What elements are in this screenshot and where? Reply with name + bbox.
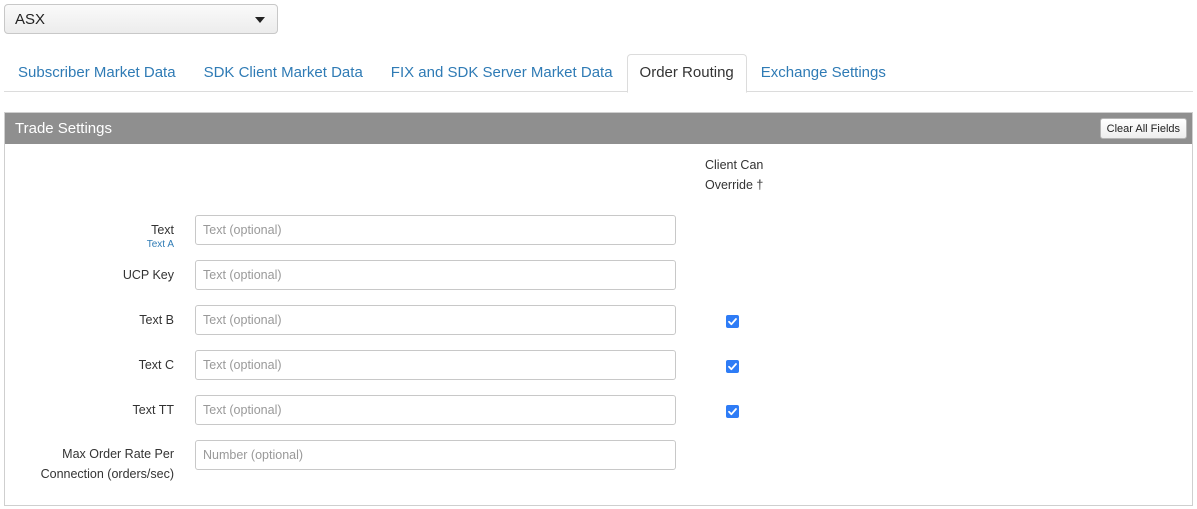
field-label-max-order-rate-line1: Max Order Rate Per: [62, 447, 174, 461]
text-b-input[interactable]: [195, 305, 676, 335]
tab-bar: Subscriber Market Data SDK Client Market…: [4, 54, 1193, 93]
field-label-text-main: Text: [151, 223, 174, 237]
field-row-text-b: Text B: [5, 305, 1192, 335]
field-label-text: Text Text A: [147, 220, 174, 250]
field-label-text-tt: Text TT: [132, 403, 174, 417]
field-label-max-order-rate-line2: Connection (orders/sec): [40, 467, 174, 481]
checkmark-icon: [728, 318, 737, 326]
tab-fix-sdk-server-market-data[interactable]: FIX and SDK Server Market Data: [377, 54, 627, 92]
tab-subscriber-market-data[interactable]: Subscriber Market Data: [4, 54, 190, 92]
max-order-rate-input[interactable]: [195, 440, 676, 470]
tab-sdk-client-market-data[interactable]: SDK Client Market Data: [190, 54, 377, 92]
field-label-text-b: Text B: [139, 313, 174, 327]
client-can-override-header: Client Can Override †: [705, 155, 763, 195]
checkmark-icon: [728, 363, 737, 371]
override-header-line1: Client Can: [705, 158, 764, 172]
ucp-key-input[interactable]: [195, 260, 676, 290]
exchange-select[interactable]: ASX: [4, 4, 278, 34]
field-label-text-c: Text C: [138, 358, 174, 372]
trade-settings-panel: Trade Settings Clear All Fields Client C…: [4, 112, 1193, 506]
field-row-text-tt: Text TT: [5, 395, 1192, 425]
text-input[interactable]: [195, 215, 676, 245]
clear-all-fields-button[interactable]: Clear All Fields: [1099, 118, 1187, 139]
chevron-down-icon: [255, 17, 265, 23]
text-c-input[interactable]: [195, 350, 676, 380]
text-c-override-checkbox[interactable]: [726, 360, 739, 373]
tab-exchange-settings[interactable]: Exchange Settings: [747, 54, 900, 92]
field-row-ucp-key: UCP Key: [5, 260, 1192, 290]
text-tt-override-checkbox[interactable]: [726, 405, 739, 418]
override-header-line2: Override †: [705, 178, 764, 192]
field-label-ucp-key: UCP Key: [122, 268, 174, 282]
tab-order-routing[interactable]: Order Routing: [626, 54, 747, 93]
field-row-text-c: Text C: [5, 350, 1192, 380]
field-sublabel-text-a[interactable]: Text A: [147, 240, 174, 250]
panel-title: Trade Settings: [15, 120, 112, 137]
field-row-text: Text Text A: [5, 215, 1192, 250]
text-b-override-checkbox[interactable]: [726, 315, 739, 328]
text-tt-input[interactable]: [195, 395, 676, 425]
checkmark-icon: [728, 408, 737, 416]
exchange-select-value: ASX: [15, 11, 46, 28]
field-label-max-order-rate: Max Order Rate Per Connection (orders/se…: [41, 444, 174, 484]
field-row-max-order-rate: Max Order Rate Per Connection (orders/se…: [5, 440, 1192, 484]
panel-header: Trade Settings Clear All Fields: [5, 113, 1192, 144]
